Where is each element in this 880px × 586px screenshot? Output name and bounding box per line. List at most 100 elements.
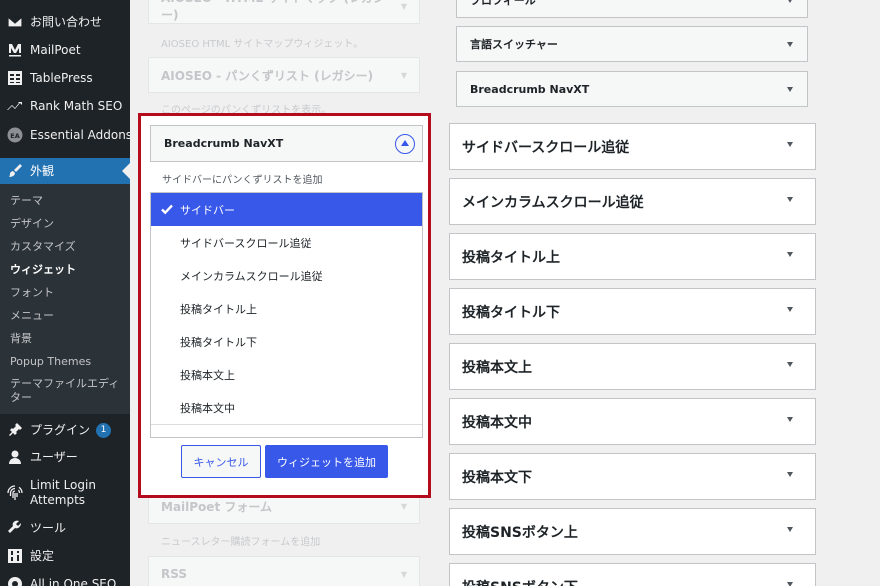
menu-item-tools[interactable]: ツール [0,518,130,538]
available-widget-rss[interactable]: RSS ▼ [148,556,420,586]
menu-item-essential-addons[interactable]: EA Essential Addons [0,124,130,146]
sidebar-option[interactable]: メインカラムスクロール追従 [151,259,422,293]
submenu-widgets[interactable]: ウィジェット [10,263,76,277]
chevron-down-icon [787,142,793,147]
sidebar-option[interactable]: サイドバースクロール追従 [151,226,422,260]
chooser-description: サイドバーにパンくずリストを追加 [162,175,323,186]
widget-title: プロフィール [470,0,536,7]
menu-item-mailpoet[interactable]: MailPoet [0,40,130,60]
widget-description: AIOSEO HTML サイトマップウィジェット。 [161,39,364,50]
widget-area[interactable]: 投稿タイトル下 [449,288,816,335]
widget-area[interactable]: 投稿SNSボタン下 [449,563,816,586]
sidebar-option-label: サイドバースクロール追従 [180,236,312,250]
menu-item-aioseo[interactable]: All in One SEO [0,574,130,586]
brush-icon [7,163,23,179]
available-widget-aioseo-breadcrumbs[interactable]: AIOSEO - パンくずリスト (レガシー) ▼ [148,57,420,93]
sidebar-option[interactable]: サイドバー [151,193,422,227]
widget-area[interactable]: メインカラムスクロール追従 [449,178,816,225]
sidebar-option[interactable]: 投稿本文上 [151,358,422,392]
chevron-down-icon: ▼ [400,1,407,11]
submenu-customize[interactable]: カスタマイズ [10,240,76,254]
aioseo-icon [7,576,23,586]
inner-widget-breadcrumb-navxt[interactable]: Breadcrumb NavXT [456,71,808,107]
submenu-design[interactable]: デザイン [10,217,54,231]
submenu-fonts[interactable]: フォント [10,286,54,300]
menu-label: 外観 [30,163,55,178]
menu-item-tablepress[interactable]: TablePress [0,68,130,88]
chevron-down-icon [787,197,793,202]
widget-description: ニュースレター購読フォームを追加 [161,537,321,548]
sidebar-option[interactable]: 投稿タイトル下 [151,325,422,359]
appearance-submenu: テーマ デザイン カスタマイズ ウィジェット フォント メニュー 背景 Popu… [0,184,130,414]
widget-title: AIOSEO - HTML サイトマップ (レガシー) [161,0,385,22]
menu-item-rank-math[interactable]: Rank Math SEO [0,96,130,116]
fingerprint-icon [7,485,23,501]
menu-label: All in One SEO [30,576,117,586]
submenu-menus[interactable]: メニュー [10,309,54,323]
widget-area-title: 投稿タイトル上 [462,249,560,266]
update-count-badge: 1 [96,422,112,438]
plugin-icon [7,422,23,438]
chevron-down-icon [787,252,793,257]
widget-area-title: 投稿本文上 [462,359,532,376]
menu-item-contact[interactable]: お問い合わせ [0,12,130,32]
checkmark-icon [160,202,174,216]
sidebar-option-label: 投稿タイトル下 [180,335,257,349]
menu-label: ツール [30,520,67,535]
submenu-theme-file-editor[interactable]: テーマファイルエディ ター [10,377,119,405]
submenu-label-line2: ター [10,391,32,404]
chevron-down-icon: ▼ [400,569,407,579]
widget-area[interactable]: 投稿本文上 [449,343,816,390]
add-widget-button[interactable]: ウィジェットを追加 [265,445,388,478]
chooser-widget-header[interactable]: Breadcrumb NavXT [150,125,423,162]
table-icon [7,70,23,86]
sidebar-option-label: サイドバー [180,203,235,217]
widget-area[interactable]: 投稿本文下 [449,453,816,500]
sidebar-option-label: 投稿本文中 [180,401,235,415]
widget-area-title: 投稿タイトル下 [462,304,560,321]
menu-item-users[interactable]: ユーザー [0,447,130,467]
chevron-down-icon: ▼ [400,70,407,80]
chevron-down-icon [787,87,793,92]
essential-addons-icon: EA [7,127,23,143]
widget-chooser: Breadcrumb NavXT サイドバーにパンくずリストを追加 サイドバー … [138,113,431,498]
user-icon [7,449,23,465]
sidebar-choice-list[interactable]: サイドバー サイドバースクロール追従 メインカラムスクロール追従 投稿タイトル上… [150,192,423,438]
widget-area[interactable]: 投稿SNSボタン上 [449,508,816,555]
submenu-background[interactable]: 背景 [10,332,32,346]
sidebar-option[interactable]: 投稿タイトル上 [151,292,422,326]
widget-area-title: メインカラムスクロール追従 [462,194,644,211]
widget-area-title: 投稿本文中 [462,414,532,431]
menu-label: Essential Addons [30,127,130,142]
inner-widget-profile[interactable]: プロフィール [456,0,808,18]
sidebar-option[interactable]: 投稿本文中 [151,391,422,425]
chevron-down-icon [787,307,793,312]
menu-item-appearance[interactable]: 外観 [0,158,130,184]
menu-label: お問い合わせ [30,14,103,29]
rank-math-icon [7,98,23,114]
widget-title: AIOSEO - パンくずリスト (レガシー) [161,68,374,83]
available-widget-aioseo-html-sitemap[interactable]: AIOSEO - HTML サイトマップ (レガシー) ▼ [148,0,420,24]
submenu-themes[interactable]: テーマ [10,194,43,208]
menu-item-limit-login[interactable]: Limit Login Attempts [0,477,130,509]
chevron-up-icon[interactable] [395,134,415,154]
menu-item-plugins[interactable]: プラグイン 1 [0,420,130,440]
widget-area[interactable]: サイドバースクロール追従 [449,123,816,170]
menu-label: MailPoet [30,42,81,57]
chooser-widget-title: Breadcrumb NavXT [164,137,284,150]
widget-title: MailPoet フォーム [161,499,272,514]
chevron-down-icon: ▼ [400,501,407,511]
menu-item-settings[interactable]: 設定 [0,546,130,566]
svg-text:EA: EA [10,132,19,140]
menu-label: プラグイン [30,422,91,437]
submenu-popup-themes[interactable]: Popup Themes [10,355,91,369]
widget-area[interactable]: 投稿タイトル上 [449,233,816,280]
widget-title: Breadcrumb NavXT [470,82,590,96]
menu-label: ユーザー [30,449,78,464]
chevron-down-icon [787,472,793,477]
inner-widget-language-switcher[interactable]: 言語スイッチャー [456,26,808,62]
widget-area[interactable]: 投稿本文中 [449,398,816,445]
submenu-label-line1: テーマファイルエディ [10,377,120,390]
cancel-button[interactable]: キャンセル [181,445,261,478]
admin-sidebar: お問い合わせ MailPoet TablePress Rank Math SEO… [0,0,130,586]
